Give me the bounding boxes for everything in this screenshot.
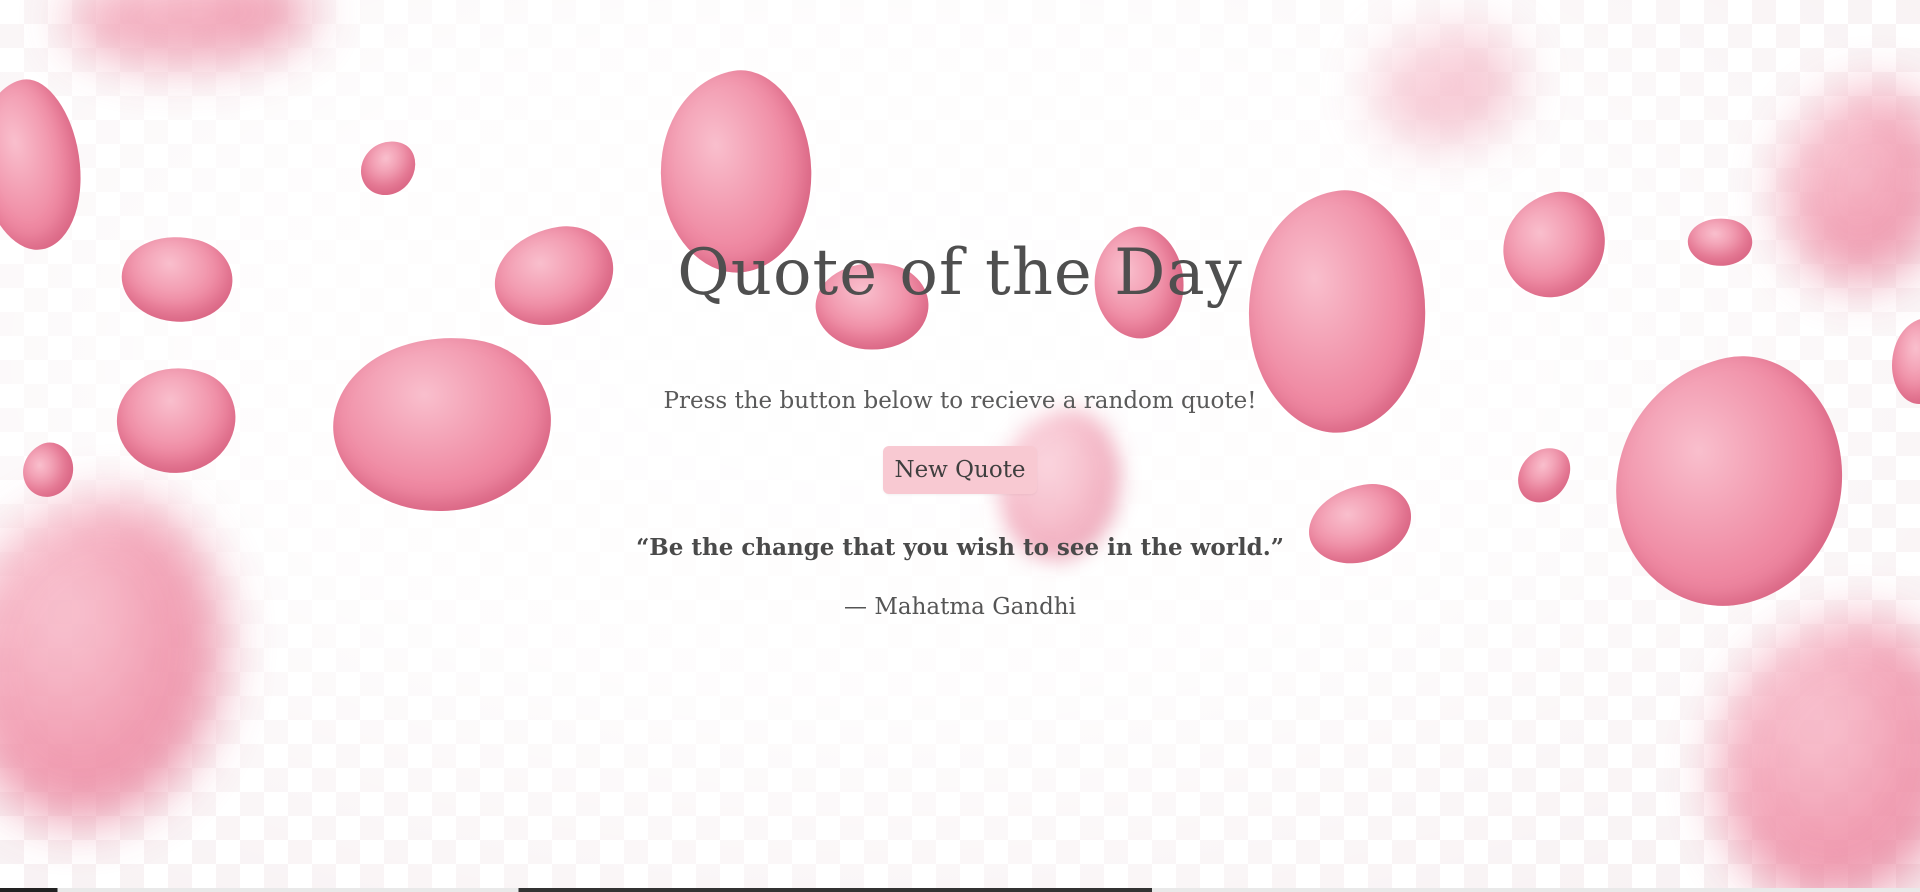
bottom-edge-bar [0,888,1920,892]
quote-author: — Mahatma Gandhi [844,594,1076,620]
quote-text: “Be the change that you wish to see in t… [636,534,1284,561]
instructions-text: Press the button below to recieve a rand… [663,388,1257,414]
new-quote-button[interactable]: New Quote [883,446,1037,494]
page-title: Quote of the Day [677,236,1243,310]
